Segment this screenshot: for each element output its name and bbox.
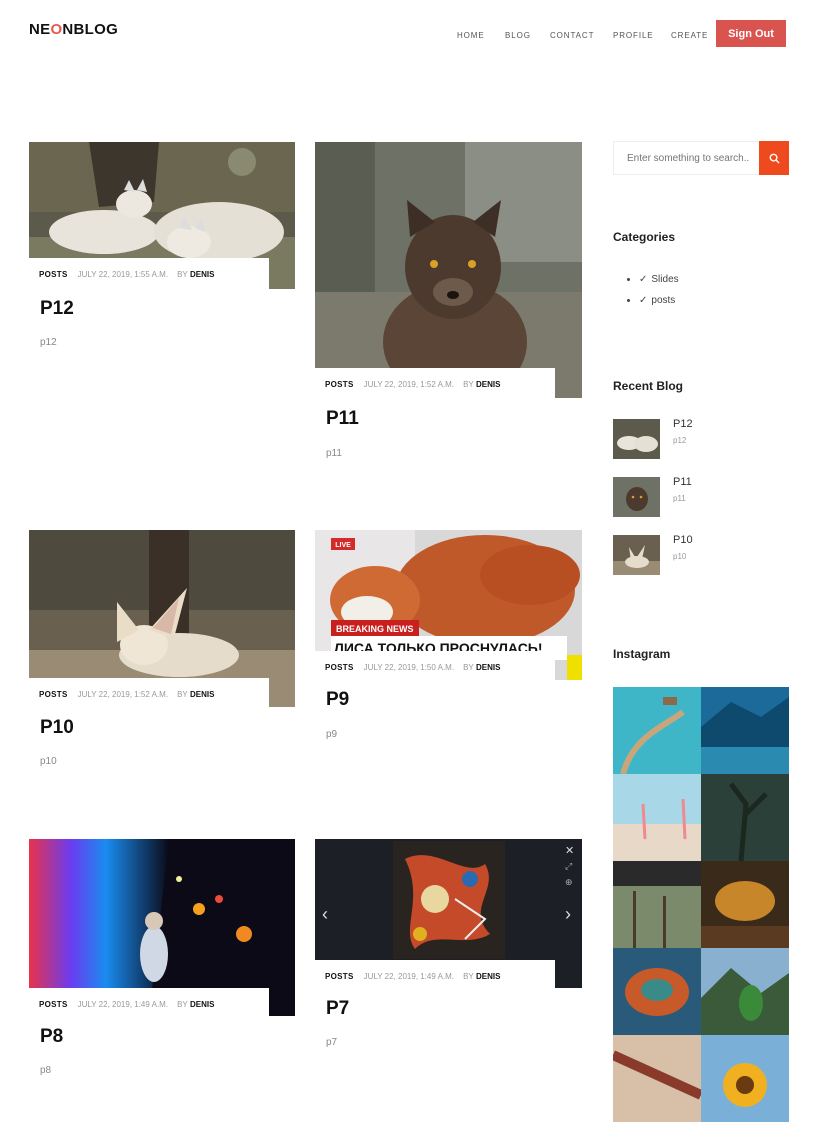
post-title[interactable]: P11: [326, 408, 359, 430]
post-title[interactable]: P8: [40, 1026, 63, 1048]
post-date: JULY 22, 2019, 1:49 A.M.: [363, 971, 455, 981]
recent-blog-heading: Recent Blog: [613, 379, 684, 393]
post-date: JULY 22, 2019, 1:52 A.M.: [77, 689, 169, 699]
lightbox-zoom-icon[interactable]: ⊕: [565, 877, 573, 888]
category-item-posts[interactable]: ✓ posts: [627, 295, 675, 306]
logo-text-end: NBLOG: [62, 21, 119, 38]
post-meta: POSTS JULY 22, 2019, 1:49 A.M. BY DENIS: [29, 988, 269, 1020]
nav-contact[interactable]: CONTACT: [550, 31, 594, 40]
lightbox-fullscreen-icon[interactable]: ⤢: [565, 861, 572, 872]
lightbox-close-icon[interactable]: ✕: [565, 844, 574, 857]
post-excerpt: p11: [326, 448, 342, 459]
recent-excerpt: p11: [673, 494, 686, 503]
post-author[interactable]: DENIS: [190, 690, 214, 699]
post-excerpt: p8: [40, 1065, 52, 1076]
instagram-photo[interactable]: [701, 774, 789, 861]
post-meta: POSTS JULY 22, 2019, 1:50 A.M. BY DENIS: [315, 651, 555, 683]
instagram-grid: [613, 687, 789, 1122]
post-date: JULY 22, 2019, 1:55 A.M.: [77, 269, 169, 279]
nav-blog[interactable]: BLOG: [505, 31, 531, 40]
search-box: [613, 141, 789, 175]
search-icon: [769, 153, 780, 164]
instagram-photo[interactable]: [701, 948, 789, 1035]
check-icon: ✓: [639, 274, 648, 285]
recent-title[interactable]: P12: [673, 418, 693, 430]
post-date: JULY 22, 2019, 1:52 A.M.: [363, 379, 455, 389]
instagram-photo[interactable]: [613, 774, 701, 861]
post-date: JULY 22, 2019, 1:50 A.M.: [363, 662, 455, 672]
category-label: Slides: [651, 274, 679, 285]
live-badge-text: LIVE: [335, 542, 351, 549]
post-by: BY: [463, 971, 474, 981]
instagram-photo[interactable]: [701, 687, 789, 774]
post-excerpt: p12: [40, 337, 57, 348]
instagram-photo[interactable]: [613, 861, 701, 948]
post-meta: POSTS JULY 22, 2019, 1:55 A.M. BY DENIS: [29, 258, 269, 290]
post-meta: POSTS JULY 22, 2019, 1:52 A.M. BY DENIS: [315, 368, 555, 400]
post-title[interactable]: P7: [326, 998, 349, 1020]
sign-out-button[interactable]: Sign Out: [716, 20, 786, 47]
recent-excerpt: p12: [673, 436, 687, 445]
post-date: JULY 22, 2019, 1:49 A.M.: [77, 999, 169, 1009]
logo-text-start: NE: [29, 21, 51, 38]
post-author[interactable]: DENIS: [476, 972, 500, 981]
post-meta: POSTS JULY 22, 2019, 1:52 A.M. BY DENIS: [29, 678, 269, 710]
post-by: BY: [177, 269, 188, 279]
post-by: BY: [463, 379, 474, 389]
post-excerpt: p7: [326, 1037, 338, 1048]
post-image-p11[interactable]: [315, 142, 582, 398]
breaking-news-text: BREAKING NEWS: [336, 624, 414, 634]
post-excerpt: p10: [40, 756, 57, 767]
site-logo[interactable]: NEONBLOG: [29, 21, 118, 38]
search-button[interactable]: [759, 141, 789, 175]
lightbox-next-icon[interactable]: ›: [565, 904, 571, 925]
post-category[interactable]: POSTS: [39, 1000, 68, 1009]
recent-thumb-p12[interactable]: [613, 419, 660, 459]
post-category[interactable]: POSTS: [325, 663, 354, 672]
nav-profile[interactable]: PROFILE: [613, 31, 654, 40]
categories-heading: Categories: [613, 230, 676, 244]
lightbox-prev-icon[interactable]: ‹: [322, 904, 328, 925]
logo-text-o: O: [50, 21, 63, 38]
category-item-slides[interactable]: ✓ Slides: [627, 274, 679, 285]
post-title[interactable]: P9: [326, 689, 349, 711]
post-excerpt: p9: [326, 729, 338, 740]
post-category[interactable]: POSTS: [325, 972, 354, 981]
post-by: BY: [463, 662, 474, 672]
post-author[interactable]: DENIS: [190, 270, 214, 279]
post-author[interactable]: DENIS: [190, 1000, 214, 1009]
search-input[interactable]: [614, 142, 759, 174]
instagram-photo[interactable]: [701, 861, 789, 948]
post-author[interactable]: DENIS: [476, 380, 500, 389]
post-title[interactable]: P10: [40, 717, 74, 739]
post-title[interactable]: P12: [40, 298, 74, 320]
instagram-photo[interactable]: [613, 948, 701, 1035]
recent-title[interactable]: P10: [673, 534, 693, 546]
recent-thumb-p10[interactable]: [613, 535, 660, 575]
check-icon: ✓: [639, 295, 648, 306]
nav-create[interactable]: CREATE: [671, 31, 708, 40]
bullet-icon: [627, 277, 630, 281]
post-category[interactable]: POSTS: [39, 690, 68, 699]
bullet-icon: [627, 298, 630, 302]
category-label: posts: [651, 295, 676, 306]
post-by: BY: [177, 999, 188, 1009]
post-by: BY: [177, 689, 188, 699]
recent-excerpt: p10: [673, 552, 687, 561]
recent-thumb-p11[interactable]: [613, 477, 660, 517]
post-author[interactable]: DENIS: [476, 663, 500, 672]
instagram-photo[interactable]: [613, 687, 701, 774]
recent-title[interactable]: P11: [673, 476, 692, 488]
post-meta: POSTS JULY 22, 2019, 1:49 A.M. BY DENIS: [315, 960, 555, 992]
post-category[interactable]: POSTS: [325, 380, 354, 389]
nav-home[interactable]: HOME: [457, 31, 485, 40]
instagram-heading: Instagram: [613, 647, 671, 661]
post-category[interactable]: POSTS: [39, 270, 68, 279]
